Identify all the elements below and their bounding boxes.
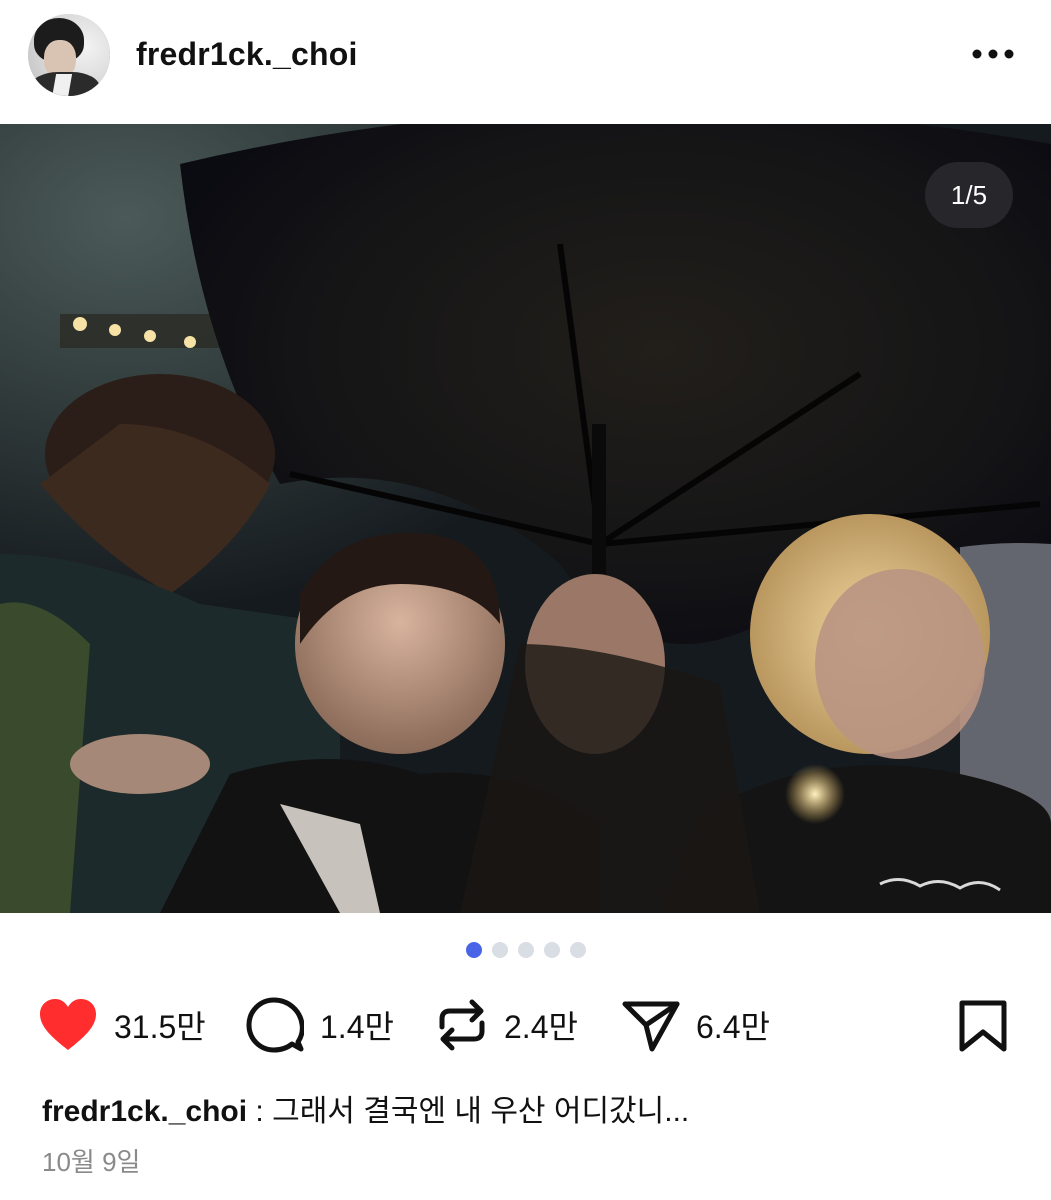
action-bar: 31.5만 1.4만 2.4만 6.4만 — [0, 990, 1051, 1060]
caption-text: 그래서 결국엔 내 우산 어디갔니... — [272, 1095, 690, 1128]
carousel-dots — [0, 942, 1051, 962]
carousel-dot-4[interactable] — [543, 942, 560, 958]
comment-bubble-icon — [246, 997, 304, 1053]
carousel-counter: 1/5 — [925, 162, 1013, 228]
paper-plane-icon — [622, 1001, 680, 1052]
repost-count: 2.4만 — [504, 1009, 578, 1045]
photo-illustration — [0, 124, 1051, 913]
carousel-dot-2[interactable] — [491, 942, 508, 958]
post-header: fredr1ck._choi — [0, 0, 1051, 124]
carousel-dot-3[interactable] — [517, 942, 534, 958]
share-button[interactable]: 6.4만 — [622, 990, 770, 1060]
avatar[interactable] — [28, 14, 110, 96]
bookmark-icon[interactable] — [958, 1000, 1008, 1052]
caption-username[interactable]: fredr1ck._choi — [42, 1095, 247, 1128]
more-horizontal-icon[interactable] — [970, 44, 1016, 64]
carousel-dot-1[interactable] — [465, 942, 482, 958]
repost-arrows-icon — [439, 999, 485, 1051]
comment-button[interactable]: 1.4만 — [246, 990, 394, 1060]
post-username[interactable]: fredr1ck._choi — [136, 36, 358, 73]
post-photo[interactable]: 1/5 — [0, 124, 1051, 913]
repost-button[interactable]: 2.4만 — [436, 990, 578, 1060]
post-caption: fredr1ck._choi : 그래서 결국엔 내 우산 어디갔니... — [42, 1086, 1022, 1130]
like-count: 31.5만 — [114, 1009, 206, 1045]
share-count: 6.4만 — [696, 1009, 770, 1045]
post-date: 10월 9일 — [42, 1147, 141, 1177]
carousel-dot-5[interactable] — [569, 942, 586, 958]
comment-count: 1.4만 — [320, 1009, 394, 1045]
heart-filled-icon — [40, 999, 96, 1050]
caption-separator: : — [247, 1095, 273, 1128]
like-button[interactable]: 31.5만 — [38, 990, 206, 1060]
